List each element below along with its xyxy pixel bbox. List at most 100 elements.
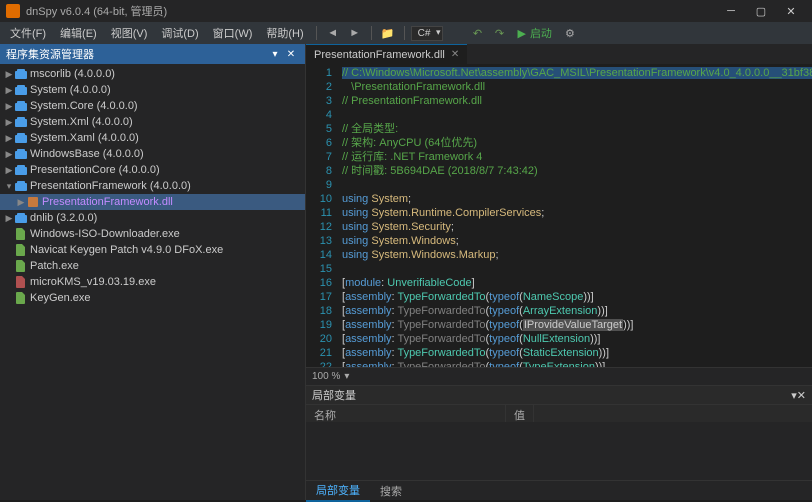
undo-icon[interactable]: ↶ — [467, 24, 487, 42]
bottom-tab-search[interactable]: 搜索 — [370, 481, 412, 501]
tree-label: System.Core (4.0.0.0) — [30, 100, 138, 112]
code-line[interactable]: using System.Security; — [338, 220, 812, 234]
tree-node[interactable]: Windows-ISO-Downloader.exe — [0, 226, 305, 242]
app-icon — [6, 4, 20, 18]
tree-label: System.Xml (4.0.0.0) — [30, 116, 133, 128]
editor-tab[interactable]: PresentationFramework.dll ✕ — [306, 44, 467, 64]
code-editor[interactable]: 123456789101112131415161718192021222324 … — [306, 64, 812, 367]
locals-close-icon[interactable]: ✕ — [797, 389, 806, 402]
ref-icon — [14, 164, 28, 176]
code-line[interactable]: [assembly: TypeForwardedTo(typeof(ArrayE… — [338, 304, 812, 318]
assembly-explorer-header: 程序集资源管理器 ▾ ✕ — [0, 44, 305, 64]
nav-back-button[interactable]: ◄ — [323, 24, 343, 42]
tree-label: Navicat Keygen Patch v4.9.0 DFoX.exe — [30, 244, 223, 256]
code-line[interactable]: // 架构: AnyCPU (64位优先) — [338, 136, 812, 150]
code-line[interactable]: using System; — [338, 192, 812, 206]
tree-label: System (4.0.0.0) — [30, 84, 111, 96]
code-line[interactable]: using System.Windows; — [338, 234, 812, 248]
ref-icon — [14, 68, 28, 80]
code-line[interactable]: [module: UnverifiableCode] — [338, 276, 812, 290]
zoom-dropdown-icon[interactable]: ▾ — [344, 371, 349, 382]
redo-icon[interactable]: ↷ — [489, 24, 509, 42]
settings-icon[interactable]: ⚙ — [560, 24, 580, 42]
tree-label: PresentationFramework (4.0.0.0) — [30, 180, 191, 192]
locals-col-name[interactable]: 名称 — [306, 405, 506, 422]
file-icon — [14, 228, 28, 240]
expand-icon[interactable]: ▶ — [4, 69, 14, 80]
tree-node[interactable]: ▶dnlib (3.2.0.0) — [0, 210, 305, 226]
tree-node[interactable]: ▶ PresentationFramework.dll — [0, 194, 305, 210]
expand-icon[interactable]: ▶ — [4, 165, 14, 176]
tree-node[interactable]: ▶ System.Core (4.0.0.0) — [0, 98, 305, 114]
bottom-tabs: 局部变量 搜索 — [306, 480, 812, 500]
code-line[interactable]: // 时间戳: 5B694DAE (2018/8/7 7:43:42) — [338, 164, 812, 178]
tree-node[interactable]: ▶WindowsBase (4.0.0.0) — [0, 146, 305, 162]
expand-icon[interactable]: ▶ — [4, 133, 14, 144]
assembly-tree[interactable]: ▶mscorlib (4.0.0.0)▶System (4.0.0.0)▶Sys… — [0, 64, 305, 500]
panel-close-icon[interactable]: ✕ — [283, 46, 299, 62]
code-line[interactable] — [338, 178, 812, 192]
tree-node[interactable]: ▶PresentationCore (4.0.0.0) — [0, 162, 305, 178]
code-line[interactable]: // 全局类型: — [338, 122, 812, 136]
tree-node[interactable]: KeyGen.exe — [0, 290, 305, 306]
tree-node[interactable]: Navicat Keygen Patch v4.9.0 DFoX.exe — [0, 242, 305, 258]
expand-icon[interactable]: ▶ — [4, 101, 14, 112]
tree-node[interactable]: ▶ System.Xaml (4.0.0.0) — [0, 130, 305, 146]
zoom-level[interactable]: 100 % — [312, 371, 340, 382]
language-dropdown[interactable]: C# — [411, 26, 444, 41]
expand-icon[interactable]: ▶ — [4, 149, 14, 160]
tree-node[interactable]: Patch.exe — [0, 258, 305, 274]
panel-title: 程序集资源管理器 — [6, 46, 94, 62]
expand-icon[interactable]: ▶ — [4, 85, 14, 96]
tree-label: microKMS_v19.03.19.exe — [30, 276, 156, 288]
code-line[interactable]: [assembly: TypeForwardedTo(typeof(NameSc… — [338, 290, 812, 304]
bottom-tab-locals[interactable]: 局部变量 — [306, 480, 370, 502]
tree-node[interactable]: ▶ System (4.0.0.0) — [0, 82, 305, 98]
locals-col-value[interactable]: 值 — [506, 405, 534, 422]
open-icon[interactable]: 📁 — [378, 24, 398, 42]
tab-close-icon[interactable]: ✕ — [451, 49, 459, 60]
menu-window[interactable]: 窗口(W) — [207, 23, 259, 43]
file-icon — [14, 244, 28, 256]
menu-debug[interactable]: 调试(D) — [155, 23, 204, 43]
code-line[interactable]: // C:\Windows\Microsoft.Net\assembly\GAC… — [338, 66, 812, 80]
code-line[interactable] — [338, 262, 812, 276]
maximize-button[interactable]: ▢ — [746, 1, 776, 21]
tree-node[interactable]: ▶mscorlib (4.0.0.0) — [0, 66, 305, 82]
menu-edit[interactable]: 编辑(E) — [54, 23, 103, 43]
menu-file[interactable]: 文件(F) — [4, 23, 52, 43]
asm-icon — [26, 196, 40, 208]
code-line[interactable]: [assembly: TypeForwardedTo(typeof(TypeEx… — [338, 360, 812, 367]
tree-label: PresentationFramework.dll — [42, 196, 173, 208]
expand-icon[interactable]: ▶ — [16, 197, 26, 208]
close-button[interactable]: ✕ — [776, 1, 806, 21]
menu-help[interactable]: 帮助(H) — [260, 23, 309, 43]
tree-node[interactable]: microKMS_v19.03.19.exe — [0, 274, 305, 290]
ref-icon — [14, 148, 28, 160]
panel-dropdown-icon[interactable]: ▾ — [267, 46, 283, 62]
nav-forward-button[interactable]: ► — [345, 24, 365, 42]
tree-node[interactable]: ▾ PresentationFramework (4.0.0.0) — [0, 178, 305, 194]
ref-icon — [14, 212, 28, 224]
minimize-button[interactable]: ─ — [716, 1, 746, 21]
assembly-explorer-panel: 程序集资源管理器 ▾ ✕ ▶mscorlib (4.0.0.0)▶System … — [0, 44, 306, 500]
code-line[interactable]: [assembly: TypeForwardedTo(typeof(Static… — [338, 346, 812, 360]
code-line[interactable]: [assembly: TypeForwardedTo(typeof(NullEx… — [338, 332, 812, 346]
expand-icon[interactable]: ▶ — [4, 213, 14, 224]
code-line[interactable]: using System.Windows.Markup; — [338, 248, 812, 262]
tree-label: System.Xaml (4.0.0.0) — [30, 132, 139, 144]
code-line[interactable]: // PresentationFramework.dll — [338, 94, 812, 108]
expand-icon[interactable]: ▶ — [4, 117, 14, 128]
file-icon — [14, 260, 28, 272]
start-button[interactable]: ▶启动 — [511, 25, 557, 41]
code-line[interactable]: using System.Runtime.CompilerServices; — [338, 206, 812, 220]
tree-node[interactable]: ▶ System.Xml (4.0.0.0) — [0, 114, 305, 130]
code-line[interactable]: // 运行库: .NET Framework 4 — [338, 150, 812, 164]
expand-icon[interactable]: ▾ — [4, 181, 14, 192]
menu-view[interactable]: 视图(V) — [105, 23, 154, 43]
code-line[interactable] — [338, 108, 812, 122]
code-line[interactable]: \PresentationFramework.dll — [338, 80, 812, 94]
code-line[interactable]: [assembly: TypeForwardedTo(typeof(IProvi… — [338, 318, 812, 332]
code-area[interactable]: // C:\Windows\Microsoft.Net\assembly\GAC… — [338, 64, 812, 367]
file-icon — [14, 292, 28, 304]
